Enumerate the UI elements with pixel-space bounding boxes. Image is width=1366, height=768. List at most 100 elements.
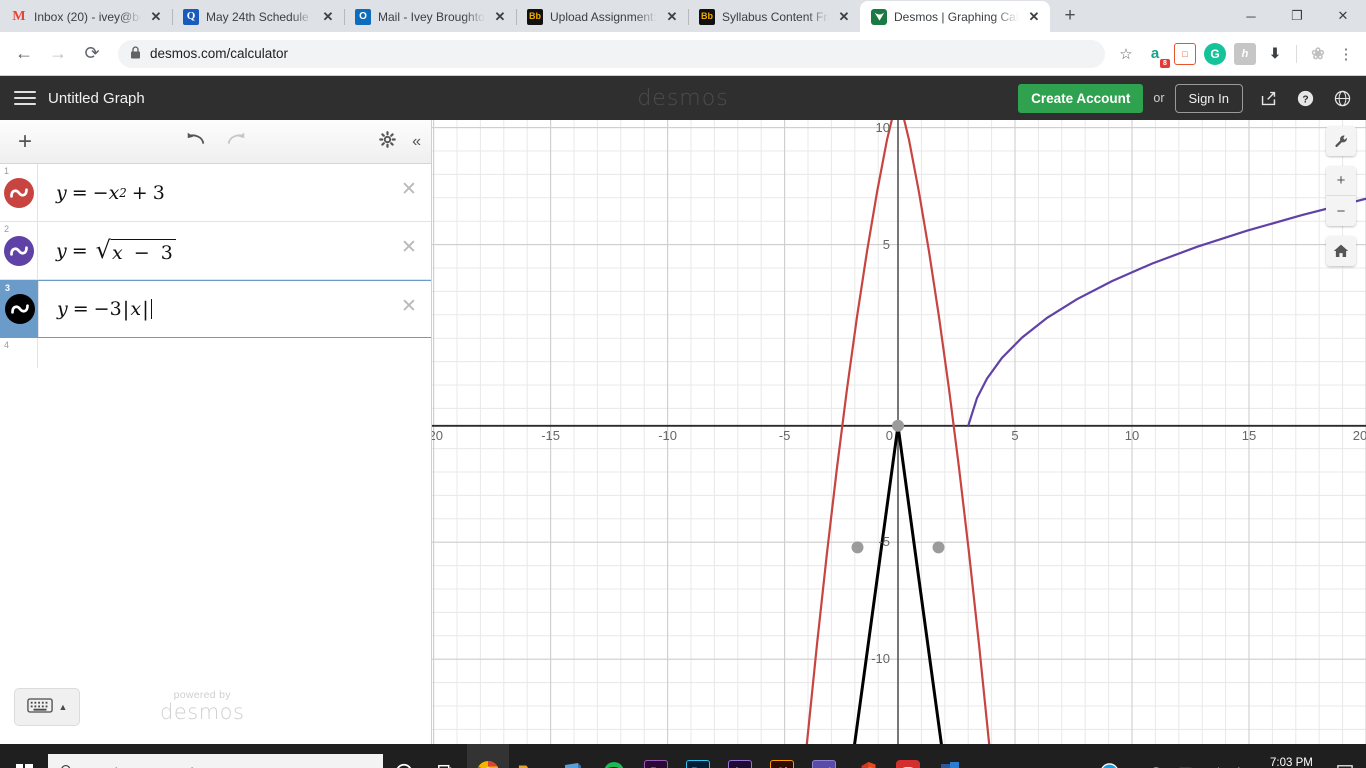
desmos-header: Untitled Graph desmos Create Account or … <box>0 76 1366 120</box>
point-origin <box>892 419 904 432</box>
tab-title: Syllabus Content Frame <box>722 9 829 24</box>
graph-canvas[interactable]: -20 -15 -10 -5 0 5 10 15 20 10 5 -5 -10 <box>432 120 1366 744</box>
store-icon[interactable] <box>551 744 593 768</box>
honey-icon[interactable]: □ <box>1174 42 1196 65</box>
sign-in-button[interactable]: Sign In <box>1174 83 1243 113</box>
cortana-icon[interactable] <box>383 744 425 768</box>
forward-button[interactable]: → <box>42 38 74 70</box>
profile-avatar[interactable]: ❀ <box>1307 43 1329 65</box>
tab-close-button[interactable]: ✕ <box>664 9 680 25</box>
bookmark-star-icon[interactable]: ☆ <box>1113 41 1139 67</box>
reload-button[interactable]: ⟳ <box>76 38 108 70</box>
zoom-out-button[interactable]: − <box>1326 196 1356 226</box>
chrome-menu-icon[interactable]: ⋮ <box>1334 42 1358 66</box>
gear-icon[interactable] <box>379 130 396 153</box>
point-right-intersection <box>932 541 945 554</box>
browser-tab[interactable]: Bb Syllabus Content Frame ✕ <box>688 1 860 32</box>
word-icon[interactable]: W <box>929 744 971 768</box>
add-expression-button[interactable]: + <box>10 127 40 157</box>
expression-math-empty[interactable] <box>38 338 431 368</box>
expr2-lhs: y <box>56 239 67 262</box>
keypad-toggle-button[interactable]: ▲ <box>14 688 80 726</box>
adblock-icon[interactable]: a 8 <box>1144 43 1170 68</box>
premiere-pro-icon[interactable]: Pr <box>635 744 677 768</box>
browser-tab[interactable]: O Mail - Ivey Broughton - ✕ <box>344 1 516 32</box>
svg-text:-15: -15 <box>541 428 560 443</box>
zoom-in-button[interactable]: + <box>1326 166 1356 196</box>
hamburger-icon[interactable] <box>12 87 38 109</box>
photoshop-icon[interactable]: Ps <box>677 744 719 768</box>
after-effects-icon[interactable]: Ae <box>719 744 761 768</box>
redo-icon[interactable] <box>225 131 247 152</box>
browser-tab[interactable]: M Inbox (20) - ivey@bomb ✕ <box>0 1 172 32</box>
graph-title[interactable]: Untitled Graph <box>48 90 145 107</box>
tab-close-button[interactable]: ✕ <box>836 9 852 25</box>
expression-row-selected[interactable]: 3 y = − 3 | x | ✕ <box>0 280 431 338</box>
wrench-icon[interactable] <box>1326 126 1356 156</box>
creative-cloud-icon[interactable] <box>887 744 929 768</box>
grammarly-icon[interactable]: G <box>1204 42 1226 65</box>
svg-text:-5: -5 <box>779 428 791 443</box>
expression-row-empty[interactable]: 4 <box>0 338 431 368</box>
taskbar-search-input[interactable]: Type here to search <box>48 754 383 768</box>
svg-text:15: 15 <box>1242 428 1256 443</box>
expr3-sign: − <box>93 298 110 320</box>
expression-math[interactable]: y = √ x − 3 <box>38 222 387 279</box>
back-button[interactable]: ← <box>8 38 40 70</box>
svg-text:-10: -10 <box>871 651 890 666</box>
tab-close-button[interactable]: ✕ <box>320 9 336 25</box>
share-icon[interactable] <box>1256 86 1280 110</box>
create-account-button[interactable]: Create Account <box>1018 83 1144 113</box>
minimize-button[interactable]: ─ <box>1228 0 1274 32</box>
color-swatch[interactable] <box>3 235 34 266</box>
notifications-icon[interactable]: 7 <box>1332 759 1358 768</box>
new-tab-button[interactable]: + <box>1056 2 1084 30</box>
show-hidden-icons-chevron[interactable]: ∧ <box>1128 764 1138 768</box>
settings-tool-group <box>1326 126 1356 156</box>
office-icon[interactable] <box>845 744 887 768</box>
tab-close-button[interactable]: ✕ <box>492 9 508 25</box>
downloads-icon[interactable]: ⬇ <box>1264 43 1286 65</box>
start-button[interactable] <box>0 744 48 768</box>
tab-close-button[interactable]: ✕ <box>148 9 164 25</box>
help-circle-icon[interactable]: ? <box>1100 762 1119 768</box>
illustrator-icon[interactable]: Ai <box>761 744 803 768</box>
main-content: + « 1 y = − x 2 + 3 ✕ 2 y = √ x − 3 ✕ 3 … <box>0 120 1366 744</box>
expression-math[interactable]: y = − 3 | x | <box>39 281 387 337</box>
spotify-icon[interactable] <box>593 744 635 768</box>
tab-close-button[interactable]: ✕ <box>1026 9 1042 25</box>
browser-tab[interactable]: Q May 24th Schedule - GO ✕ <box>172 1 344 32</box>
delete-expression-button[interactable]: ✕ <box>387 281 431 337</box>
undo-icon[interactable] <box>185 131 207 152</box>
collapse-panel-icon[interactable]: « <box>412 133 421 151</box>
expression-number: 4 <box>4 340 10 350</box>
animate-icon[interactable] <box>803 744 845 768</box>
close-window-button[interactable]: ✕ <box>1320 0 1366 32</box>
maximize-button[interactable]: ❐ <box>1274 0 1320 32</box>
color-swatch[interactable] <box>4 294 35 324</box>
address-bar[interactable]: desmos.com/calculator <box>118 39 1105 68</box>
language-globe-icon[interactable] <box>1330 86 1354 110</box>
delete-expression-button[interactable]: ✕ <box>387 222 431 279</box>
browser-tab[interactable]: Bb Upload Assignment: Exe ✕ <box>516 1 688 32</box>
chrome-icon[interactable] <box>467 744 509 768</box>
browser-tab-active[interactable]: Desmos | Graphing Calc ✕ <box>860 1 1050 32</box>
browser-chrome: M Inbox (20) - ivey@bomb ✕ Q May 24th Sc… <box>0 0 1366 76</box>
help-icon[interactable]: ? <box>1293 86 1317 110</box>
y-tick-labels: 10 5 -5 -10 <box>871 120 890 666</box>
clock[interactable]: 7:03 PM 5/24/2020 <box>1260 756 1323 768</box>
hypothesis-icon[interactable]: h <box>1234 42 1256 65</box>
color-swatch[interactable] <box>3 177 34 208</box>
expression-row[interactable]: 2 y = √ x − 3 ✕ <box>0 222 431 280</box>
tab-title: May 24th Schedule - GO <box>206 9 313 24</box>
photoshop-label: Ps <box>686 760 710 768</box>
expression-row[interactable]: 1 y = − x2 + 3 ✕ <box>0 164 431 222</box>
home-icon[interactable] <box>1326 236 1356 266</box>
file-explorer-icon[interactable] <box>509 744 551 768</box>
premiere-pro-label: Pr <box>644 760 668 768</box>
delete-expression-button[interactable]: ✕ <box>387 164 431 221</box>
expr3-variable: x <box>130 298 142 320</box>
expression-math[interactable]: y = − x2 + 3 <box>38 164 387 221</box>
keyboard-icon <box>26 697 53 717</box>
task-view-icon[interactable] <box>425 744 467 768</box>
